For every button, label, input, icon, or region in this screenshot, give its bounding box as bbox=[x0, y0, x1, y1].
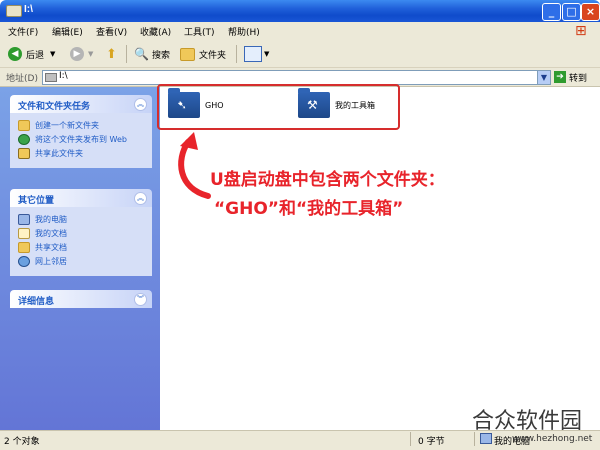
network-icon bbox=[18, 256, 30, 267]
toolbar-divider bbox=[126, 45, 127, 63]
gho-folder-icon: ➷ bbox=[168, 88, 200, 118]
task-share-folder[interactable]: 共享此文件夹 bbox=[18, 148, 146, 159]
dropdown-arrow-icon: ▼ bbox=[50, 50, 56, 58]
task-publish-web[interactable]: 将这个文件夹发布到 Web bbox=[18, 134, 146, 145]
menu-favorites[interactable]: 收藏(A) bbox=[140, 25, 171, 38]
address-label: 地址(D) bbox=[6, 74, 38, 84]
my-documents-icon bbox=[18, 228, 30, 239]
place-my-documents[interactable]: 我的文档 bbox=[18, 228, 146, 239]
minimize-button[interactable]: _ bbox=[542, 3, 561, 21]
panel-header[interactable]: 详细信息 ︾ bbox=[10, 290, 152, 308]
panel-title: 其它位置 bbox=[18, 196, 55, 206]
curved-arrow-icon bbox=[178, 132, 211, 199]
globe-icon bbox=[18, 134, 30, 145]
folder-icon bbox=[180, 47, 195, 61]
panel-header[interactable]: 文件和文件夹任务 ︽ bbox=[10, 95, 152, 113]
search-label: 搜索 bbox=[151, 50, 170, 61]
collapse-icon[interactable]: ︽ bbox=[134, 192, 147, 205]
status-divider bbox=[474, 432, 475, 446]
folder-toolbox[interactable]: ⚒ 我的工具箱 bbox=[298, 88, 375, 118]
back-label: 后退 bbox=[26, 50, 45, 61]
address-value: I:\ bbox=[59, 71, 68, 81]
status-object-count: 2 个对象 bbox=[4, 437, 40, 447]
task-new-folder[interactable]: 创建一个新文件夹 bbox=[18, 120, 146, 131]
address-dropdown-button[interactable]: ▼ bbox=[537, 70, 551, 85]
go-label: 转到 bbox=[569, 73, 588, 84]
my-computer-icon bbox=[18, 214, 30, 225]
status-divider bbox=[410, 432, 411, 446]
annotation-line-1: U盘启动盘中包含两个文件夹： bbox=[210, 170, 445, 190]
menu-edit[interactable]: 编辑(E) bbox=[52, 25, 83, 38]
panel-title: 文件和文件夹任务 bbox=[18, 102, 91, 112]
file-list-pane bbox=[160, 87, 600, 430]
my-computer-icon bbox=[480, 433, 492, 444]
new-folder-icon bbox=[18, 120, 30, 131]
panel-header[interactable]: 其它位置 ︽ bbox=[10, 189, 152, 207]
dropdown-arrow-icon: ▼ bbox=[88, 50, 94, 58]
shared-docs-icon bbox=[18, 242, 30, 253]
windows-logo-icon: ⊞ bbox=[575, 23, 587, 39]
file-tasks-panel: 文件和文件夹任务 ︽ 创建一个新文件夹 将这个文件夹发布到 Web 共享此文件夹 bbox=[10, 95, 152, 168]
menu-help[interactable]: 帮助(H) bbox=[228, 25, 260, 38]
toolbox-folder-icon: ⚒ bbox=[298, 88, 330, 118]
menu-view[interactable]: 查看(V) bbox=[96, 25, 127, 38]
share-folder-icon bbox=[18, 148, 30, 159]
go-arrow-icon: ➔ bbox=[554, 71, 566, 83]
folders-button[interactable]: 文件夹 bbox=[180, 45, 226, 63]
forward-button[interactable]: ▶ ▼ bbox=[70, 45, 93, 63]
place-shared-documents[interactable]: 共享文档 bbox=[18, 242, 146, 253]
other-places-panel: 其它位置 ︽ 我的电脑 我的文档 共享文档 网上邻居 bbox=[10, 189, 152, 276]
place-network[interactable]: 网上邻居 bbox=[18, 256, 146, 267]
window-title: I:\ bbox=[24, 4, 33, 15]
back-arrow-icon: ◀ bbox=[8, 47, 22, 61]
drive-icon bbox=[45, 73, 57, 82]
folder-gho[interactable]: ➷ GHO bbox=[168, 88, 224, 118]
title-bar bbox=[0, 0, 600, 22]
folders-label: 文件夹 bbox=[199, 50, 227, 61]
close-button[interactable]: × bbox=[581, 3, 600, 21]
status-size: 0 字节 bbox=[418, 437, 445, 447]
details-panel: 详细信息 ︾ bbox=[10, 290, 152, 308]
folder-label: GHO bbox=[205, 100, 224, 110]
menu-bar: 文件(F) 编辑(E) 查看(V) 收藏(A) 工具(T) 帮助(H) bbox=[0, 22, 600, 41]
task-pane: 文件和文件夹任务 ︽ 创建一个新文件夹 将这个文件夹发布到 Web 共享此文件夹… bbox=[0, 87, 160, 430]
menu-file[interactable]: 文件(F) bbox=[8, 25, 38, 38]
toolbar: ◀ 后退 ▼ ▶ ▼ ⬆ 🔍 搜索 文件夹 ▼ bbox=[0, 40, 600, 68]
search-icon: 🔍 bbox=[134, 47, 149, 61]
views-button[interactable]: ▼ bbox=[244, 45, 269, 63]
views-grid-icon bbox=[244, 46, 262, 62]
expand-icon[interactable]: ︾ bbox=[134, 293, 147, 306]
dropdown-arrow-icon: ▼ bbox=[264, 50, 270, 58]
back-button[interactable]: ◀ 后退 ▼ bbox=[8, 45, 55, 63]
drive-icon bbox=[6, 5, 22, 17]
folder-label: 我的工具箱 bbox=[335, 100, 375, 110]
panel-title: 详细信息 bbox=[18, 297, 55, 307]
up-button[interactable]: ⬆ bbox=[106, 45, 117, 63]
address-input[interactable] bbox=[42, 70, 550, 85]
folder-up-icon: ⬆ bbox=[106, 46, 117, 62]
annotation-line-2: “GHO”和“我的工具箱” bbox=[214, 199, 404, 219]
toolbar-divider bbox=[236, 45, 237, 63]
menu-tools[interactable]: 工具(T) bbox=[184, 25, 215, 38]
maximize-button[interactable]: □ bbox=[562, 3, 581, 21]
go-button[interactable]: ➔ 转到 bbox=[554, 70, 587, 84]
collapse-icon[interactable]: ︽ bbox=[134, 98, 147, 111]
watermark-url: www.hezhong.net bbox=[512, 434, 593, 444]
place-my-computer[interactable]: 我的电脑 bbox=[18, 214, 146, 225]
forward-arrow-icon: ▶ bbox=[70, 47, 84, 61]
search-button[interactable]: 🔍 搜索 bbox=[134, 45, 170, 63]
